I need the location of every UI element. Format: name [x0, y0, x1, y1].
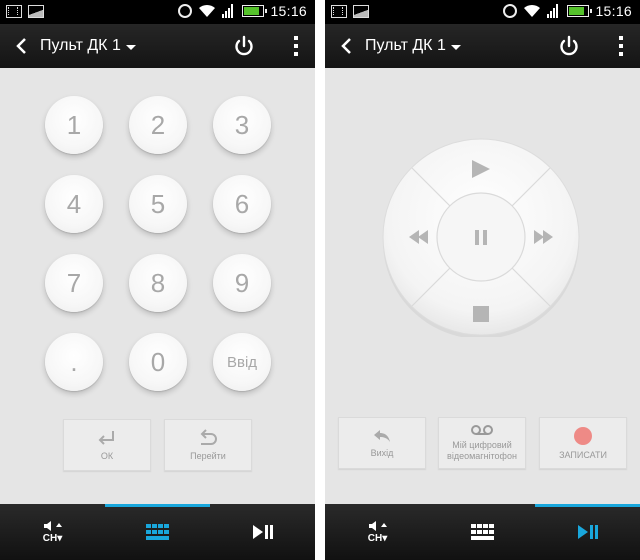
signal-icon [222, 4, 236, 18]
chevron-down-icon [125, 44, 136, 50]
key-5[interactable]: 5 [129, 175, 187, 233]
volume-channel-icon: CH▾ [42, 520, 64, 544]
channel-label: CH [42, 532, 58, 544]
remote-selector[interactable]: Пульт ДК 1 [365, 37, 461, 55]
tab-playback[interactable] [535, 504, 640, 560]
page-title: Пульт ДК 1 [40, 37, 121, 54]
alarm-icon [503, 4, 518, 18]
overflow-menu-icon[interactable] [293, 36, 299, 56]
go-button[interactable]: Перейти [164, 419, 252, 471]
back-reply-icon [374, 429, 390, 442]
key-6[interactable]: 6 [213, 175, 271, 233]
status-time: 15:16 [595, 3, 632, 19]
bottom-tab-bar: CH▾ [325, 504, 640, 560]
enter-arrow-icon [98, 430, 114, 445]
record-label: ЗАПИСАТИ [559, 449, 607, 460]
back-arrow-icon[interactable] [337, 36, 357, 56]
key-8[interactable]: 8 [129, 254, 187, 312]
status-bar: 15:16 [325, 0, 640, 24]
bottom-tab-bar: CH▾ [0, 504, 315, 560]
exit-button[interactable]: Вихід [338, 417, 426, 469]
wifi-icon [199, 4, 216, 17]
key-4[interactable]: 4 [45, 175, 103, 233]
dvr-button[interactable]: Мій цифровий відеомагнітофон [438, 417, 526, 469]
key-3[interactable]: 3 [213, 96, 271, 154]
tab-keypad[interactable] [105, 504, 210, 560]
wifi-icon [524, 4, 541, 17]
tab-keypad[interactable] [430, 504, 535, 560]
ok-button[interactable]: ОК [63, 419, 151, 471]
back-arrow-icon[interactable] [12, 36, 32, 56]
volume-channel-icon: CH▾ [367, 520, 389, 544]
battery-icon [567, 5, 593, 17]
power-icon[interactable] [233, 35, 255, 57]
return-arrow-icon [200, 428, 217, 445]
keypad-screen: 15:16 Пульт ДК 1 1 2 3 4 5 6 7 8 9 . 0 В… [0, 0, 315, 560]
ok-label: ОК [100, 450, 114, 461]
key-1[interactable]: 1 [45, 96, 103, 154]
exit-label: Вихід [370, 447, 394, 458]
playback-screen: 15:16 Пульт ДК 1 Вихід Мій цифровий віде… [325, 0, 640, 560]
action-bar: Пульт ДК 1 [325, 24, 640, 68]
key-9[interactable]: 9 [213, 254, 271, 312]
tab-volume-channel[interactable]: CH▾ [325, 504, 430, 560]
pause-button[interactable] [436, 192, 526, 282]
voicemail-tape-icon [471, 425, 493, 435]
key-enter[interactable]: Ввід [213, 333, 271, 391]
chevron-down-icon [450, 44, 461, 50]
image-notification-icon [28, 5, 44, 18]
page-title: Пульт ДК 1 [365, 37, 446, 54]
remote-selector[interactable]: Пульт ДК 1 [40, 37, 136, 55]
key-2[interactable]: 2 [129, 96, 187, 154]
tab-volume-channel[interactable]: CH▾ [0, 504, 105, 560]
status-bar: 15:16 [0, 0, 315, 24]
key-0[interactable]: 0 [129, 333, 187, 391]
play-pause-icon [577, 525, 598, 539]
key-7[interactable]: 7 [45, 254, 103, 312]
video-notification-icon [6, 5, 22, 18]
record-button[interactable]: ЗАПИСАТИ [539, 417, 627, 469]
key-dot[interactable]: . [45, 333, 103, 391]
power-icon[interactable] [558, 35, 580, 57]
signal-icon [547, 4, 561, 18]
battery-icon [242, 5, 268, 17]
dvr-label: Мій цифровий відеомагнітофон [447, 440, 517, 461]
keypad-grid-icon [470, 524, 494, 540]
action-bar: Пульт ДК 1 [0, 24, 315, 68]
video-notification-icon [331, 5, 347, 18]
stop-icon[interactable] [473, 306, 489, 322]
tab-playback[interactable] [210, 504, 315, 560]
play-pause-icon [252, 525, 273, 539]
channel-label: CH [367, 532, 383, 544]
record-icon [574, 426, 592, 445]
overflow-menu-icon[interactable] [618, 36, 624, 56]
transport-dpad [382, 138, 580, 337]
go-label: Перейти [190, 450, 226, 461]
status-time: 15:16 [270, 3, 307, 19]
keypad-grid-icon [145, 524, 169, 540]
image-notification-icon [353, 5, 369, 18]
alarm-icon [178, 4, 193, 18]
